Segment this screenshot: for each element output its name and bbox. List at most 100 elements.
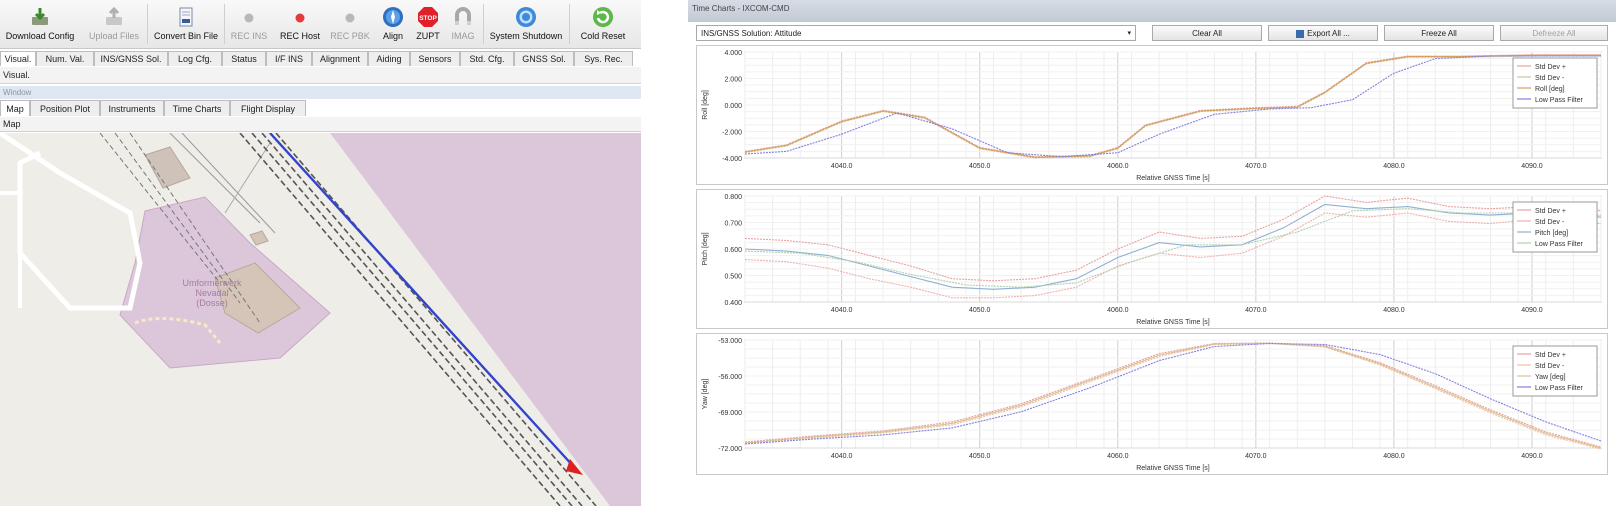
tab-if-ins[interactable]: I/F INS xyxy=(266,51,312,66)
signal-selector[interactable]: INS/GNSS Solution: Attitude ▾ xyxy=(696,25,1136,41)
zupt-button[interactable]: STOP ZUPT xyxy=(413,0,443,48)
rec-pbk-label: REC PBK xyxy=(330,31,370,41)
y-tick-label: -4.000 xyxy=(722,156,742,163)
rec-ins-label: REC INS xyxy=(230,31,268,41)
upload-files-button[interactable]: Upload Files xyxy=(84,0,144,48)
system-shutdown-label: System Shutdown xyxy=(489,31,563,41)
x-tick-label: 4060.0 xyxy=(1107,163,1129,170)
freeze-all-button[interactable]: Freeze All xyxy=(1384,25,1494,41)
legend-item: Low Pass Filter xyxy=(1535,385,1584,392)
toolbar-separator xyxy=(224,4,225,44)
ixcom-main-window: Download Config Upload Files Convert Bin… xyxy=(0,0,641,506)
chevron-down-icon: ▾ xyxy=(1127,30,1131,37)
x-tick-label: 4040.0 xyxy=(831,163,853,170)
y-axis-label: Yaw [deg] xyxy=(702,379,709,410)
tab-log-cfg[interactable]: Log Cfg. xyxy=(168,51,222,66)
cold-reset-button[interactable]: Cold Reset xyxy=(573,0,633,48)
rec-host-button[interactable]: REC Host xyxy=(276,0,324,48)
x-tick-label: 4090.0 xyxy=(1521,453,1543,460)
power-icon xyxy=(516,7,536,27)
zupt-label: ZUPT xyxy=(416,31,440,41)
map-canvas: Umformerwerk Nevadal (Dosse) xyxy=(0,133,641,506)
y-tick-label: -2.000 xyxy=(722,130,742,137)
convert-bin-file-button[interactable]: Convert Bin File xyxy=(151,0,221,48)
tab-ins-gnss-sol[interactable]: INS/GNSS Sol. xyxy=(94,51,168,66)
rec-pbk-button[interactable]: REC PBK xyxy=(328,0,372,48)
tab-alignment[interactable]: Alignment xyxy=(312,51,368,66)
roll-chart[interactable]: 4040.0 4050.0 4060.0 4070.0 4080.0 4090.0 4.00… xyxy=(697,46,1607,184)
export-all-label: Export All ... xyxy=(1307,29,1350,38)
imag-button[interactable]: IMAG xyxy=(448,0,478,48)
time-charts-window: Time Charts - IXCOM-CMD INS/GNSS Solutio… xyxy=(688,0,1616,506)
legend-item: Std Dev + xyxy=(1535,352,1566,359)
tab-status[interactable]: Status xyxy=(222,51,266,66)
yaw-chart[interactable]: 4040.0 4050.0 4060.0 4070.0 4080.0 4090.0 -53.… xyxy=(697,334,1607,474)
tab-position-plot[interactable]: Position Plot xyxy=(30,100,100,116)
x-axis-label: Relative GNSS Time [s] xyxy=(1136,175,1210,182)
x-axis-label: Relative GNSS Time [s] xyxy=(1136,319,1210,326)
yaw-chart-panel: 4040.0 4050.0 4060.0 4070.0 4080.0 4090.0 -53.… xyxy=(696,333,1608,475)
y-tick-label: -72.000 xyxy=(718,446,742,453)
system-shutdown-button[interactable]: System Shutdown xyxy=(487,0,565,48)
legend-item: Roll [deg] xyxy=(1535,86,1565,93)
clear-all-button[interactable]: Clear All xyxy=(1152,25,1262,41)
y-axis-label: Pitch [deg] xyxy=(702,232,709,265)
y-tick-label: 0.700 xyxy=(724,221,742,228)
legend-item: Std Dev - xyxy=(1535,75,1565,82)
rec-ins-button[interactable]: REC INS xyxy=(227,0,271,48)
upload-files-label: Upload Files xyxy=(88,31,140,41)
x-tick-label: 4050.0 xyxy=(969,453,991,460)
tab-gnss-sol[interactable]: GNSS Sol. xyxy=(514,51,574,66)
legend-item: Yaw [deg] xyxy=(1535,374,1566,381)
x-tick-label: 4090.0 xyxy=(1521,307,1543,314)
download-icon xyxy=(32,8,48,25)
export-all-button[interactable]: Export All ... xyxy=(1268,25,1378,41)
rec-host-label: REC Host xyxy=(279,31,320,41)
tab-map[interactable]: Map xyxy=(0,100,30,116)
restricted-area xyxy=(330,133,641,506)
tab-visual[interactable]: Visual. xyxy=(0,51,36,66)
x-tick-label: 4050.0 xyxy=(969,307,991,314)
map-view[interactable]: Umformerwerk Nevadal (Dosse) xyxy=(0,133,641,506)
tab-instruments[interactable]: Instruments xyxy=(100,100,164,116)
x-tick-label: 4080.0 xyxy=(1383,453,1405,460)
y-tick-label: 4.000 xyxy=(724,50,742,57)
roll-chart-panel: 4040.0 4050.0 4060.0 4070.0 4080.0 4090.0 4.00… xyxy=(696,45,1608,185)
tab-flight-display[interactable]: Flight Display xyxy=(230,100,306,116)
convert-bin-file-label: Convert Bin File xyxy=(153,31,219,41)
legend-item: Pitch [deg] xyxy=(1535,230,1568,237)
record-dot-icon xyxy=(345,13,355,23)
defreeze-all-button[interactable]: Defreeze All xyxy=(1500,25,1608,41)
imag-label: IMAG xyxy=(451,31,475,41)
toolbar-separator xyxy=(483,4,484,44)
x-tick-label: 4040.0 xyxy=(831,307,853,314)
x-tick-label: 4070.0 xyxy=(1245,307,1267,314)
legend-item: Low Pass Filter xyxy=(1535,97,1584,104)
tab-time-charts[interactable]: Time Charts xyxy=(164,100,230,116)
y-tick-label: 0.000 xyxy=(724,103,742,110)
tab-sys-rec[interactable]: Sys. Rec. xyxy=(574,51,633,66)
x-tick-label: 4060.0 xyxy=(1107,453,1129,460)
view-tab-bar: Map Position Plot Instruments Time Chart… xyxy=(0,100,641,117)
y-tick-label: 0.600 xyxy=(724,247,742,254)
align-button[interactable]: Align xyxy=(377,0,409,48)
tab-aiding[interactable]: Aiding xyxy=(368,51,410,66)
record-dot-icon xyxy=(244,13,254,23)
y-tick-label: -53.000 xyxy=(718,338,742,345)
pitch-chart[interactable]: 4040.0 4050.0 4060.0 4070.0 4080.0 4090.0 0.80… xyxy=(697,190,1607,328)
legend-item: Low Pass Filter xyxy=(1535,241,1584,248)
tab-num-val[interactable]: Num. Val. xyxy=(36,51,94,66)
toolbar-separator xyxy=(147,4,148,44)
upload-icon xyxy=(106,6,122,25)
window-title: Time Charts - IXCOM-CMD xyxy=(688,0,1616,22)
tab-sensors[interactable]: Sensors xyxy=(410,51,460,66)
y-tick-label: 2.000 xyxy=(724,77,742,84)
y-tick-label: -56.000 xyxy=(718,374,742,381)
legend-item: Std Dev + xyxy=(1535,64,1566,71)
file-icon xyxy=(179,7,193,27)
download-config-button[interactable]: Download Config xyxy=(4,0,76,48)
map-label-line2: Nevadal xyxy=(195,288,228,298)
pitch-chart-panel: 4040.0 4050.0 4060.0 4070.0 4080.0 4090.0 0.80… xyxy=(696,189,1608,329)
tab-std-cfg[interactable]: Std. Cfg. xyxy=(460,51,514,66)
download-config-label: Download Config xyxy=(5,31,75,41)
